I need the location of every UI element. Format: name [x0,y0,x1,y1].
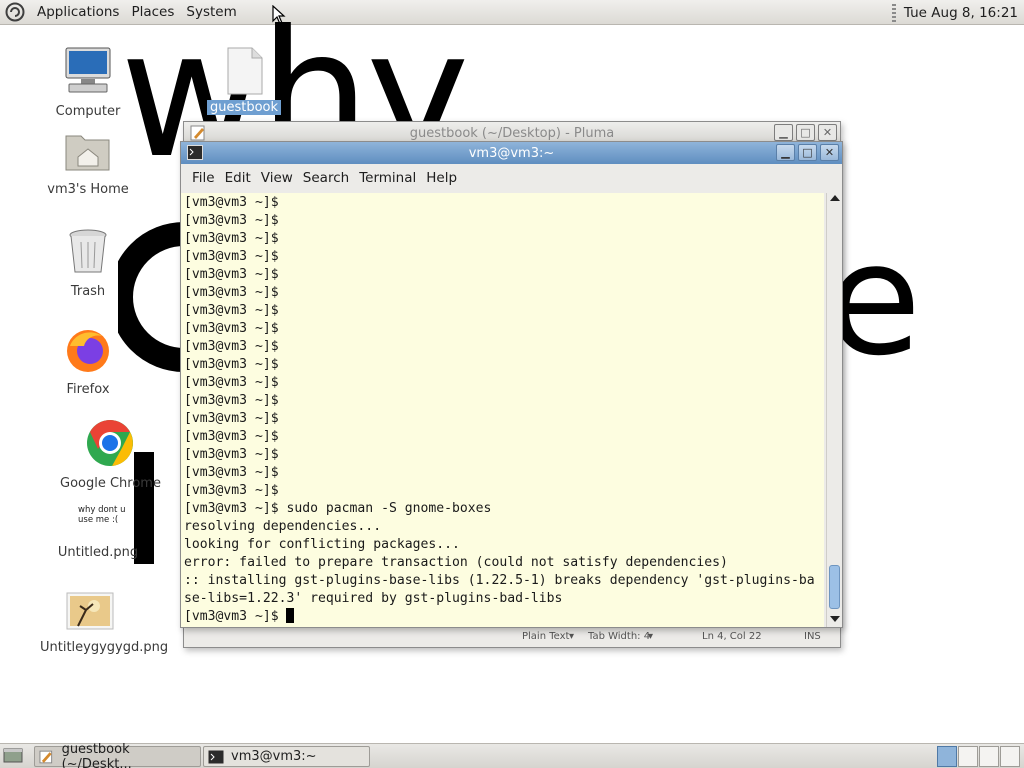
panel-handle[interactable] [891,3,896,22]
trash-icon [69,229,107,273]
terminal-line: [vm3@vm3 ~]$ [184,339,279,354]
desktop-icon-label: vm3's Home [47,182,129,197]
taskbar-item-pluma[interactable]: guestbook (~/Deskt... [34,742,201,768]
home-folder-icon [65,135,110,171]
computer-icon [65,47,111,93]
desktop-icon-chrome[interactable]: Google Chrome [60,418,161,491]
terminal-line: :: installing gst-plugins-base-libs (1.2… [184,573,815,588]
terminal-scrollbar[interactable] [826,193,842,627]
applications-menu[interactable]: Applications [31,4,125,20]
terminal-line: [vm3@vm3 ~]$ [184,249,279,264]
text-file-icon [227,47,263,95]
terminal-lines: [vm3@vm3 ~]$ [vm3@vm3 ~]$ [vm3@vm3 ~]$ [vm3… [184,194,824,626]
desktop-icon-label: Untitleygygygd.png [40,640,169,655]
pluma-window-title: guestbook (~/Desktop) - Pluma [409,125,615,141]
terminal-line: [vm3@vm3 ~]$ [184,447,279,462]
workspace-1[interactable] [937,746,957,767]
firefox-icon [67,330,109,372]
workspace-4[interactable] [1000,746,1020,767]
pluma-minimize-button[interactable]: ▁ [774,124,793,141]
desktop-icon-label: Untitled.png [57,545,139,560]
scroll-up-arrow-icon[interactable] [830,195,840,201]
taskbar-item-label: guestbook (~/Deskt... [61,741,132,768]
pluma-maximize-button[interactable]: □ [796,124,815,141]
scroll-down-arrow-icon[interactable] [830,616,840,622]
terminal-minimize-button[interactable]: ▁ [776,144,795,161]
terminal-line: [vm3@vm3 ~]$ [184,231,279,246]
show-desktop-icon[interactable] [3,748,23,764]
tab-width-selector[interactable]: Tab Width: 4 [588,631,650,642]
desktop-icon-label: Trash [70,284,106,299]
terminal-line: [vm3@vm3 ~]$ [184,303,279,318]
syntax-dropdown-icon: ▾ [569,631,575,642]
desktop-icon-untitled-png[interactable]: why dont u use me :( Untitled.png [48,505,148,560]
terminal-line: [vm3@vm3 ~]$ [184,195,279,210]
terminal-titlebar[interactable]: vm3@vm3:~ ▁ □ ✕ [181,142,842,164]
insert-mode: INS [804,631,821,642]
scrollbar-thumb[interactable] [829,565,840,609]
terminal-line: [vm3@vm3 ~]$ [184,321,279,336]
menu-search[interactable]: Search [298,170,354,186]
terminal-line: [vm3@vm3 ~]$ [184,608,824,626]
image-icon [66,592,114,630]
desktop-icon-home[interactable]: vm3's Home [38,130,138,197]
desktop-icon-label: Firefox [66,382,110,397]
terminal-line: [vm3@vm3 ~]$ [184,465,279,480]
desktop-icon-label: Computer [55,104,121,119]
terminal-window: vm3@vm3:~ ▁ □ ✕ File Edit View Search Te… [180,141,843,628]
desktop-icon-label: guestbook [206,100,282,115]
terminal-line: resolving dependencies... [184,519,382,534]
workspace-3[interactable] [979,746,999,767]
pluma-task-icon [39,750,53,763]
terminal-maximize-button[interactable]: □ [798,144,817,161]
terminal-line: [vm3@vm3 ~]$ [184,411,279,426]
tab-width-dropdown-icon: ▾ [648,631,654,642]
desktop-icon-computer[interactable]: Computer [38,46,138,119]
desktop-icon-label: Google Chrome [60,476,161,491]
workspace-2[interactable] [958,746,978,767]
menu-edit[interactable]: Edit [220,170,256,186]
terminal-line: [vm3@vm3 ~]$ [184,483,279,498]
terminal-line: [vm3@vm3 ~]$ [184,285,279,300]
pluma-close-button[interactable]: ✕ [818,124,837,141]
desktop-icon-guestbook[interactable]: guestbook [194,46,294,115]
chrome-icon [87,420,133,466]
image-thumbnail: why dont u use me :( [78,505,126,525]
cursor-position: Ln 4, Col 22 [702,631,762,642]
desktop-icon-untitleygygygd-png[interactable]: Untitleygygygd.png [40,592,169,655]
terminal-output[interactable]: [vm3@vm3 ~]$ [vm3@vm3 ~]$ [vm3@vm3 ~]$ [vm3… [181,193,824,627]
terminal-close-button[interactable]: ✕ [820,144,839,161]
menu-terminal[interactable]: Terminal [354,170,421,186]
terminal-line: [vm3@vm3 ~]$ [184,267,279,282]
clock[interactable]: Tue Aug 8, 16:21 [904,5,1018,21]
terminal-window-title: vm3@vm3:~ [468,145,555,161]
terminal-line: looking for conflicting packages... [184,537,460,552]
taskbar-item-label: vm3@vm3:~ [231,749,317,764]
terminal-line: [vm3@vm3 ~]$ [184,393,279,408]
terminal-line: [vm3@vm3 ~]$ sudo pacman -S gnome-boxes [184,501,492,516]
terminal-line: [vm3@vm3 ~]$ [184,357,279,372]
terminal-cursor [286,608,295,623]
menu-view[interactable]: View [256,170,298,186]
menu-file[interactable]: File [187,170,220,186]
taskbar-item-terminal[interactable]: vm3@vm3:~ [203,746,370,767]
terminal-line: [vm3@vm3 ~]$ [184,213,279,228]
desktop-icon-trash[interactable]: Trash [38,228,138,299]
syntax-mode-selector[interactable]: Plain Text [522,631,569,642]
bottom-panel: guestbook (~/Deskt... vm3@vm3:~ [0,742,1024,768]
terminal-line: se-libs=1.22.3' required by gst-plugins-… [184,591,563,606]
terminal-line: error: failed to prepare transaction (co… [184,555,728,570]
pluma-statusbar: Plain Text ▾ Tab Width: 4 ▾ Ln 4, Col 22… [184,627,840,647]
terminal-line: [vm3@vm3 ~]$ [184,375,279,390]
terminal-task-icon [208,750,224,763]
distro-logo-icon[interactable] [5,2,25,22]
desktop-icon-firefox[interactable]: Firefox [38,326,138,397]
terminal-menubar: File Edit View Search Terminal Help [181,164,842,192]
menu-help[interactable]: Help [421,170,462,186]
terminal-line: [vm3@vm3 ~]$ [184,429,279,444]
